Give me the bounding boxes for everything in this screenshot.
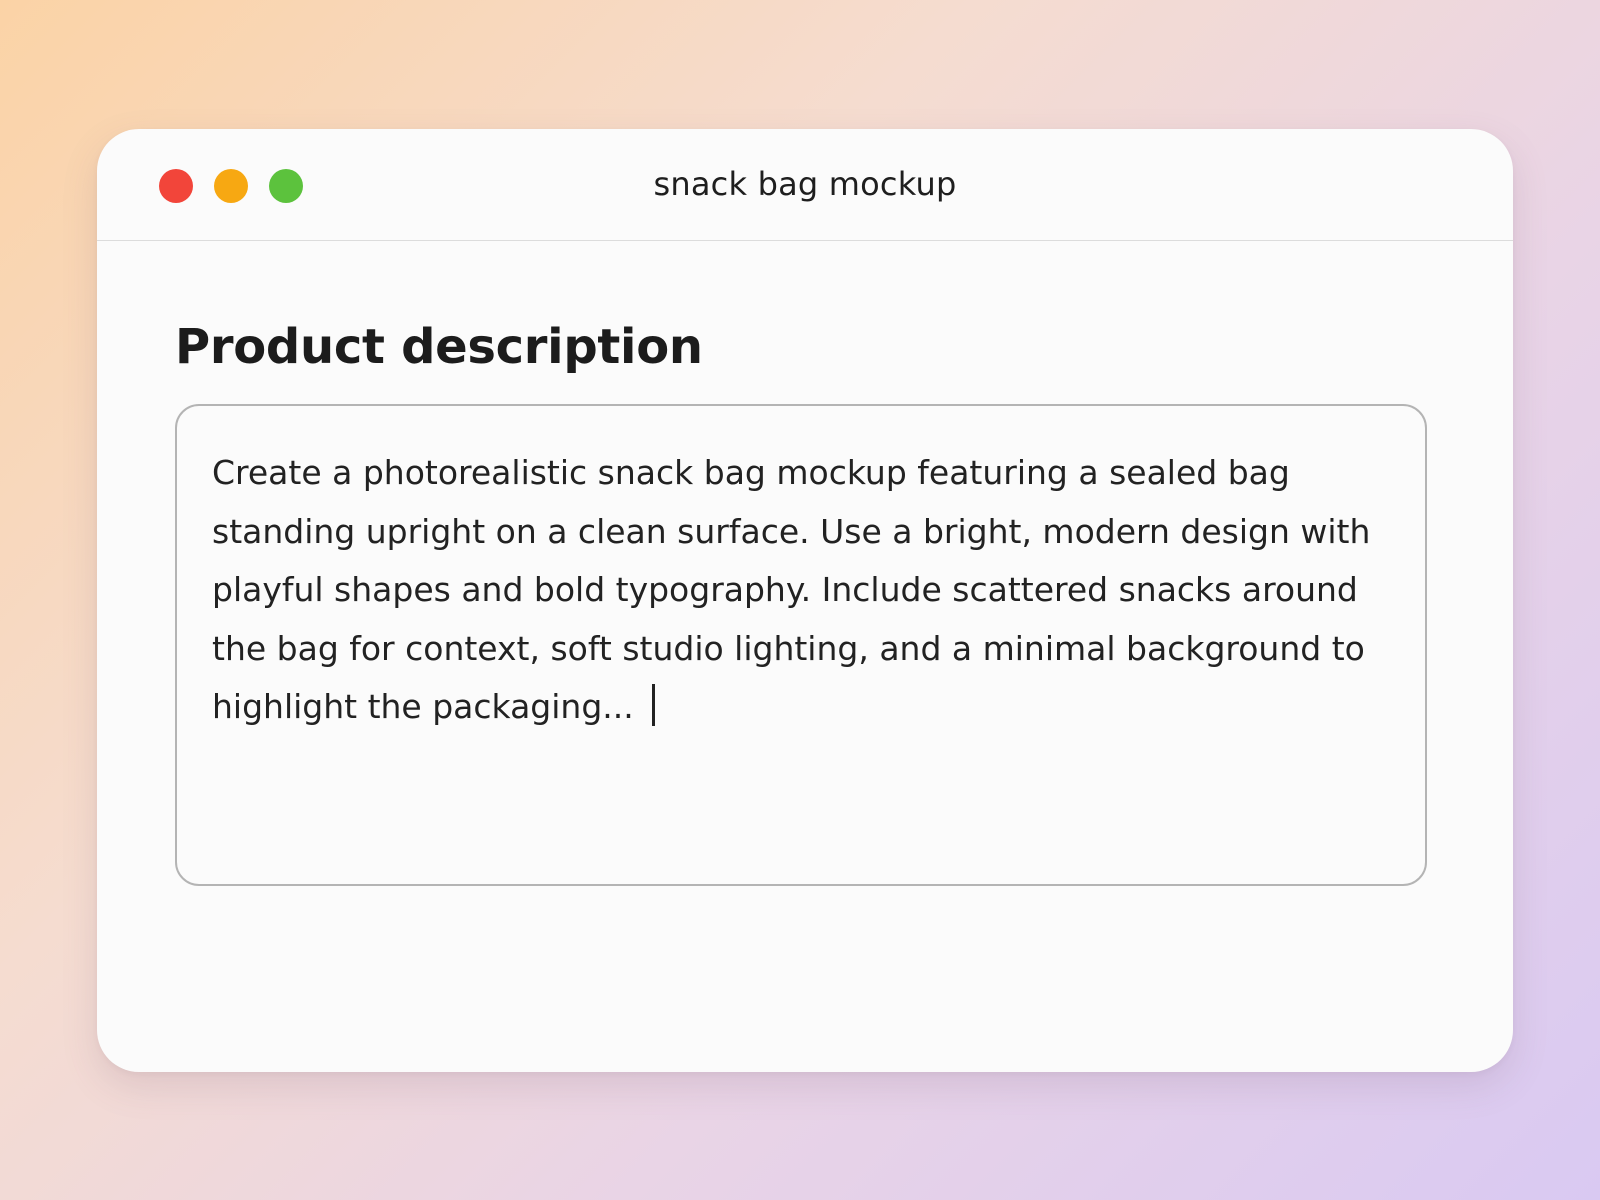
text-cursor bbox=[651, 684, 655, 727]
window-title: snack bag mockup bbox=[653, 165, 957, 203]
app-window: snack bag mockup Product description Cre… bbox=[97, 129, 1513, 1072]
product-description-textarea[interactable]: Create a photorealistic snack bag mockup… bbox=[175, 404, 1427, 886]
title-bar: snack bag mockup bbox=[97, 129, 1513, 241]
description-text: Create a photorealistic snack bag mockup… bbox=[212, 453, 1371, 727]
section-heading: Product description bbox=[175, 319, 703, 375]
